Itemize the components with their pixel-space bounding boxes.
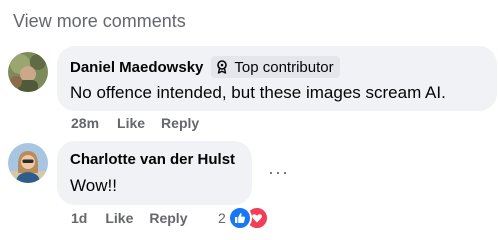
reply-button[interactable]: Reply [149,210,187,226]
comments-section: View more comments Daniel Maedowsky Top … [0,0,498,240]
reaction-count: 2 [218,210,226,226]
avatar[interactable] [8,52,48,92]
comment-text: Wow!! [70,176,117,195]
comment-timestamp[interactable]: 1d [71,210,87,226]
comment-actions: 1d Like Reply [71,210,187,226]
comment-actions: 28m Like Reply [71,115,199,131]
comment-author[interactable]: Charlotte van der Hulst [70,151,239,168]
badge-label: Top contributor [234,58,334,76]
reply-button[interactable]: Reply [161,115,199,131]
comment-bubble: Daniel Maedowsky Top contributor No offe… [57,46,497,111]
reactions-summary[interactable]: 2 [218,206,269,230]
avatar[interactable] [8,143,48,183]
comment-timestamp[interactable]: 28m [71,115,99,131]
like-button[interactable]: Like [105,210,133,226]
more-options-icon[interactable]: ··· [268,162,289,183]
comment-bubble: Charlotte van der Hulst Wow!! [57,141,252,205]
like-reaction-icon [227,206,252,230]
top-contributor-icon [216,60,228,74]
view-more-comments-link[interactable]: View more comments [13,11,186,32]
comment-author[interactable]: Daniel Maedowsky [70,59,203,76]
like-button[interactable]: Like [117,115,145,131]
comment-text: No offence intended, but these images sc… [70,83,446,102]
top-contributor-badge[interactable]: Top contributor [211,56,340,78]
